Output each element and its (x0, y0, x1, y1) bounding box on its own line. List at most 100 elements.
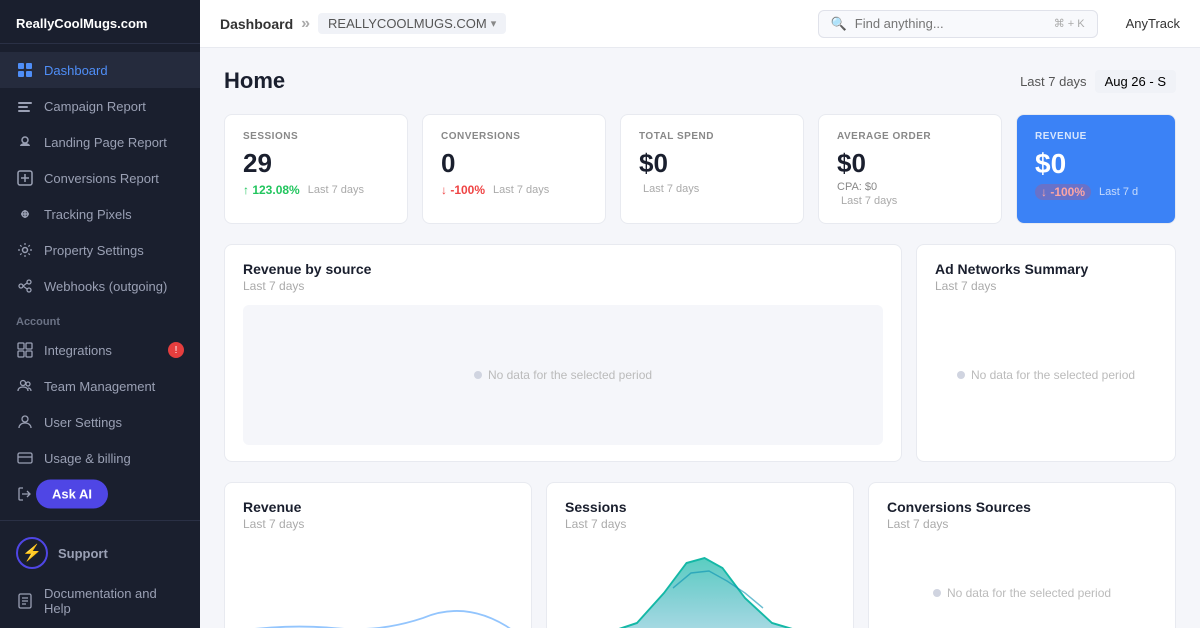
sessions-label: SESSIONS (243, 131, 389, 142)
account-section-label: Account (0, 304, 200, 332)
content-inner: Home Last 7 days Aug 26 - S SESSIONS 29 … (200, 48, 1200, 628)
landing-page-icon (16, 133, 34, 151)
sidebar-item-label: Campaign Report (44, 99, 146, 114)
sidebar-item-property-settings[interactable]: Property Settings (0, 232, 200, 268)
user-settings-icon (16, 413, 34, 431)
sidebar-item-label: User Settings (44, 415, 122, 430)
ad-networks-no-data-text: No data for the selected period (971, 368, 1135, 382)
page-title: Home (224, 68, 285, 94)
average-order-sub: CPA: $0 (837, 181, 983, 193)
revenue-bottom-card: Revenue Last 7 days (224, 482, 532, 628)
signout-icon (16, 485, 34, 503)
revenue-no-data-text: No data for the selected period (488, 368, 652, 382)
conversions-card: CONVERSIONS 0 ↓ -100% Last 7 days (422, 114, 606, 224)
date-range-button[interactable]: Aug 26 - S (1095, 70, 1176, 93)
property-settings-icon (16, 241, 34, 259)
conversions-sources-card: Conversions Sources Last 7 days No data … (868, 482, 1176, 628)
conversions-period: Last 7 days (493, 184, 549, 196)
sidebar-item-usage-billing[interactable]: Usage & billing (0, 440, 200, 476)
sidebar-item-dashboard[interactable]: Dashboard (0, 52, 200, 88)
total-spend-card: TOTAL SPEND $0 Last 7 days (620, 114, 804, 224)
sidebar-item-label: Tracking Pixels (44, 207, 132, 222)
ask-ai-label: Ask AI (52, 487, 92, 502)
content-area: Home Last 7 days Aug 26 - S SESSIONS 29 … (200, 48, 1200, 628)
average-order-card: AVERAGE ORDER $0 CPA: $0 Last 7 days (818, 114, 1002, 224)
revenue-chart-svg (243, 543, 513, 628)
dashboard-icon (16, 61, 34, 79)
sidebar-item-label: Usage & billing (44, 451, 131, 466)
no-data-dot (933, 589, 941, 597)
conversions-value: 0 (441, 148, 587, 179)
date-range-label: Last 7 days (1020, 74, 1087, 89)
revenue-by-source-subtitle: Last 7 days (243, 279, 883, 293)
search-bar[interactable]: 🔍 ⌘ + K (818, 10, 1098, 38)
search-shortcut: ⌘ + K (1054, 17, 1085, 30)
stats-row: SESSIONS 29 ↑ 123.08% Last 7 days CONVER… (224, 114, 1176, 224)
breadcrumb-home: Dashboard (220, 16, 293, 32)
sidebar-item-label: Dashboard (44, 63, 108, 78)
sidebar-item-campaign-report[interactable]: Campaign Report (0, 88, 200, 124)
documentation-icon (16, 592, 34, 610)
sidebar-item-team-management[interactable]: Team Management (0, 368, 200, 404)
sessions-change: ↑ 123.08% (243, 183, 300, 197)
search-input[interactable] (855, 16, 1046, 31)
sessions-value: 29 (243, 148, 389, 179)
sidebar-item-user-settings[interactable]: User Settings (0, 404, 200, 440)
sidebar-nav: Dashboard Campaign Report Landing Page R… (0, 44, 200, 520)
breadcrumb-sub[interactable]: REALLYCOOLMUGS.COM ▾ (318, 13, 506, 34)
breadcrumb-dropdown-icon: ▾ (491, 17, 497, 30)
topbar-user: AnyTrack (1126, 16, 1180, 31)
conversions-sources-subtitle: Last 7 days (887, 517, 1157, 531)
revenue-bottom-subtitle: Last 7 days (243, 517, 513, 531)
sessions-chart-svg (565, 543, 835, 628)
breadcrumb-sub-label: REALLYCOOLMUGS.COM (328, 16, 487, 31)
sidebar-item-label: Landing Page Report (44, 135, 167, 150)
revenue-by-source-title: Revenue by source (243, 261, 883, 277)
sidebar-support-section: ⚡ Support Documentation and Help (0, 520, 200, 628)
average-order-period: Last 7 days (841, 195, 897, 207)
ask-ai-button[interactable]: Ask AI (36, 480, 108, 509)
integrations-badge: ! (168, 342, 184, 358)
breadcrumb: Dashboard » REALLYCOOLMUGS.COM ▾ (220, 13, 506, 34)
sidebar-item-webhooks[interactable]: Webhooks (outgoing) (0, 268, 200, 304)
conversions-label: CONVERSIONS (441, 131, 587, 142)
sessions-chart (565, 543, 835, 628)
sidebar-item-tracking-pixels[interactable]: Tracking Pixels (0, 196, 200, 232)
revenue-bottom-title: Revenue (243, 499, 513, 515)
revenue-by-source-chart: No data for the selected period (243, 305, 883, 445)
sidebar-brand: ReallyCoolMugs.com (0, 0, 200, 44)
sessions-period: Last 7 days (308, 184, 364, 196)
ad-networks-no-data: No data for the selected period (957, 315, 1135, 435)
no-data-dot (474, 371, 482, 379)
conversions-sources-chart: No data for the selected period (887, 543, 1157, 628)
sessions-bottom-subtitle: Last 7 days (565, 517, 835, 531)
campaign-report-icon (16, 97, 34, 115)
conversions-sources-no-data: No data for the selected period (933, 533, 1111, 628)
sidebar-item-signout[interactable]: Sig Ask AI (0, 476, 200, 512)
ad-networks-title: Ad Networks Summary (935, 261, 1157, 277)
revenue-by-source-card: Revenue by source Last 7 days No data fo… (224, 244, 902, 462)
tracking-pixels-icon (16, 205, 34, 223)
total-spend-value: $0 (639, 148, 785, 179)
sidebar-item-documentation[interactable]: Documentation and Help (0, 577, 200, 625)
sidebar-item-integrations[interactable]: Integrations ! (0, 332, 200, 368)
integrations-icon (16, 341, 34, 359)
support-flash-icon: ⚡ (16, 537, 48, 569)
sidebar-item-label: Team Management (44, 379, 155, 394)
total-spend-period: Last 7 days (643, 183, 699, 195)
conversions-report-icon (16, 169, 34, 187)
sidebar-item-label: Integrations (44, 343, 112, 358)
sidebar-item-label: Webhooks (outgoing) (44, 279, 167, 294)
sidebar: ReallyCoolMugs.com Dashboard Campaign Re… (0, 0, 200, 628)
search-icon: 🔍 (831, 16, 847, 32)
date-range: Last 7 days Aug 26 - S (1020, 70, 1176, 93)
revenue-label: REVENUE (1035, 131, 1157, 142)
total-spend-label: TOTAL SPEND (639, 131, 785, 142)
charts-row: Revenue by source Last 7 days No data fo… (224, 244, 1176, 462)
sidebar-item-landing-page-report[interactable]: Landing Page Report (0, 124, 200, 160)
sidebar-item-conversions-report[interactable]: Conversions Report (0, 160, 200, 196)
webhooks-icon (16, 277, 34, 295)
sessions-bottom-title: Sessions (565, 499, 835, 515)
revenue-no-data: No data for the selected period (474, 315, 652, 435)
conversions-sources-no-data-text: No data for the selected period (947, 586, 1111, 600)
